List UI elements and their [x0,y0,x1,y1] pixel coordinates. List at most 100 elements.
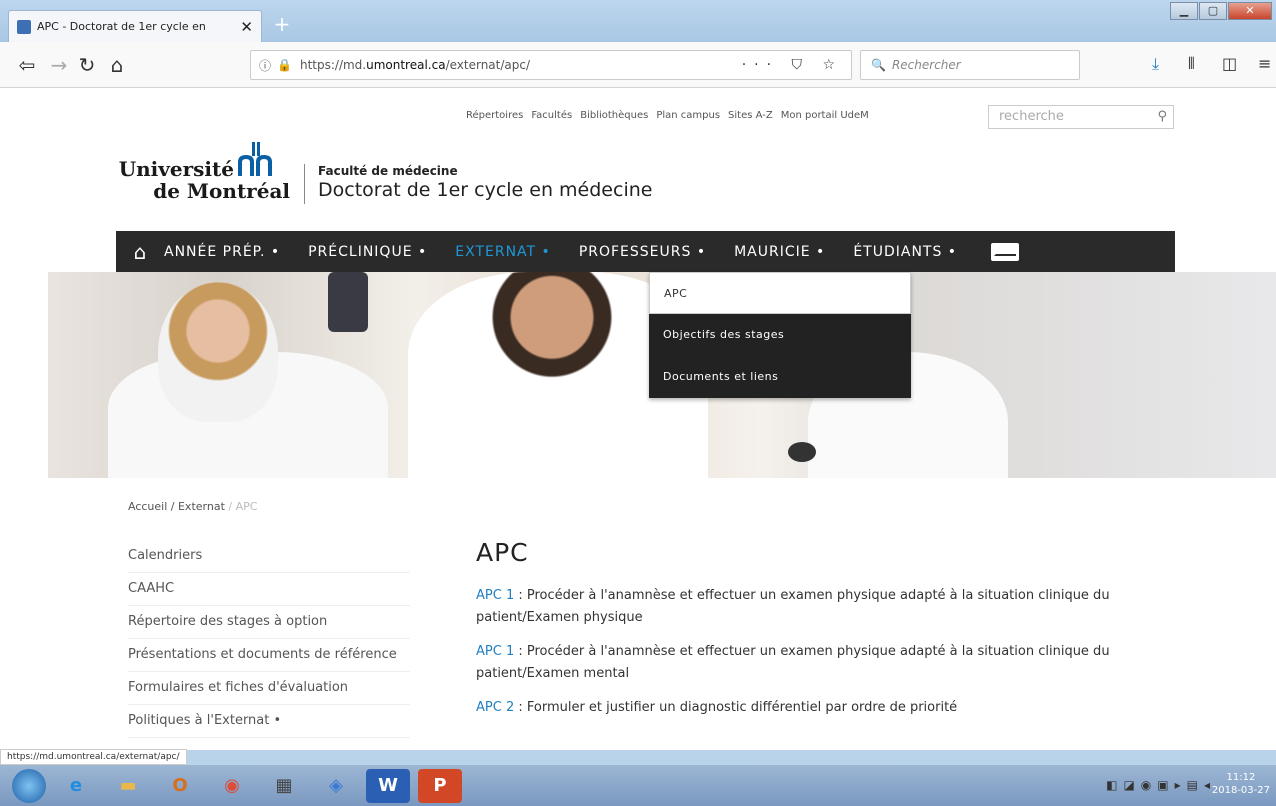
sidebar-item-repertoire[interactable]: Répertoire des stages à option [128,606,410,639]
sidebar-item-formulaires[interactable]: Formulaires et fiches d'évaluation [128,672,410,705]
site-search-input[interactable]: recherche ⚲ [988,105,1174,129]
externat-dropdown-menu: APC Objectifs des stages Documents et li… [649,272,911,398]
nav-professeurs[interactable]: PROFESSEURS • [579,244,706,260]
system-tray[interactable]: ◧◪◉▣▸▤◂ [1106,778,1216,792]
url-tools[interactable]: ··· ⛉ ☆ [742,57,843,73]
apc-link[interactable]: APC 1 [476,588,514,603]
apc-item: APC 1 : Procéder à l'anamnèse et effectu… [476,641,1156,685]
breadcrumb-current: APC [235,500,258,513]
dropdown-item-documents[interactable]: Documents et liens [649,356,911,398]
nav-annee-prep[interactable]: ANNÉE PRÉP. • [164,244,280,260]
logo-line2: de Montréal [153,179,290,203]
tab-title: APC - Doctorat de 1er cycle en [37,20,206,33]
apc-link[interactable]: APC 2 [476,700,514,715]
top-link-portail[interactable]: Mon portail UdeM [781,110,869,121]
folder-icon[interactable]: ▬ [106,769,150,803]
apc-description: : Procéder à l'anamnèse et effectuer un … [476,644,1110,681]
dropdown-item-objectifs[interactable]: Objectifs des stages [649,314,911,356]
browser-tabstrip: APC - Doctorat de 1er cycle en ✕ + ▁ ▢ ✕ [0,0,1276,42]
menu-icon[interactable]: ≡ [1258,54,1271,73]
dropdown-item-apc[interactable]: APC [649,272,911,314]
main-content: APC APC 1 : Procéder à l'anamnèse et eff… [476,538,1156,731]
forward-icon[interactable]: → [46,52,72,78]
apc-item: APC 2 : Formuler et justifier un diagnos… [476,697,1156,719]
url-path: /externat/apc/ [445,58,531,72]
sidebar-item-politiques[interactable]: Politiques à l'Externat • [128,705,410,738]
close-window-icon[interactable]: ✕ [1228,2,1272,20]
sidebar-item-calendriers[interactable]: Calendriers [128,540,410,573]
url-prefix: https://md. [299,58,367,72]
powerpoint-icon[interactable]: P [418,768,462,803]
clock-date: 2018-03-27 [1211,785,1270,796]
chrome-icon[interactable]: ◉ [210,769,254,803]
search-icon: 🔍 [871,58,886,72]
browser-search-input[interactable]: 🔍 Rechercher [860,50,1080,80]
web-page: Répertoires Facultés Bibliothèques Plan … [0,88,1276,750]
maximize-icon[interactable]: ▢ [1199,2,1227,20]
site-search-placeholder: recherche [999,109,1064,124]
back-icon[interactable]: ⇦ [14,52,40,78]
outlook-icon[interactable]: O [158,769,202,803]
main-nav: ⌂ ANNÉE PRÉP. • PRÉCLINIQUE • EXTERNAT •… [116,231,1175,272]
word-icon[interactable]: W [366,768,410,803]
apc-item: APC 1 : Procéder à l'anamnèse et effectu… [476,585,1156,629]
side-nav: Calendriers CAAHC Répertoire des stages … [128,540,410,738]
close-tab-icon[interactable]: ✕ [240,18,253,36]
faculty-header: Faculté de médecine Doctorat de 1er cycl… [318,164,652,201]
lock-icon: 🔒 [277,58,292,72]
search-icon[interactable]: ⚲ [1157,106,1167,128]
app-icon[interactable]: ◈ [314,769,358,803]
library-icon[interactable]: ⫴ [1188,54,1195,74]
nav-preclinique[interactable]: PRÉCLINIQUE • [308,244,427,260]
sidebar-item-caahc[interactable]: CAAHC [128,573,410,606]
nav-etudiants[interactable]: ÉTUDIANTS • [853,244,957,260]
url-bar[interactable]: ⓘ 🔒 https://md. umontreal.ca/externat/apc… [250,50,852,80]
top-links: Répertoires Facultés Bibliothèques Plan … [466,110,869,121]
program-name: Doctorat de 1er cycle en médecine [318,179,653,201]
new-tab-button[interactable]: + [270,12,294,36]
hero-object-small [788,442,816,462]
minimize-icon[interactable]: ▁ [1170,2,1198,20]
top-link-facultes[interactable]: Facultés [531,110,572,121]
page-title: APC [476,538,529,567]
home-icon[interactable]: ⌂ [104,52,130,78]
nav-mauricie[interactable]: MAURICIE • [734,244,825,260]
download-icon[interactable]: ⤓ [1152,54,1159,74]
url-host: umontreal.ca [366,58,446,72]
window-controls: ▁ ▢ ✕ [1169,2,1272,20]
apc-link[interactable]: APC 1 [476,644,514,659]
logo-separator [304,164,305,204]
home-icon[interactable]: ⌂ [116,240,164,264]
clock-time: 11:12 [1226,772,1256,783]
hero-person-left [158,282,278,422]
ie-icon[interactable]: e [54,769,98,803]
browser-navbar: ⇦ → ↻ ⌂ ⓘ 🔒 https://md. umontreal.ca/exte… [0,42,1276,88]
status-url: https://md.umontreal.ca/externat/apc/ [0,749,187,765]
breadcrumb: Accueil / Externat / APC [128,500,257,513]
calculator-icon[interactable]: ▦ [262,769,306,803]
top-link-repertoires[interactable]: Répertoires [466,110,523,121]
breadcrumb-sep: / [167,500,178,513]
apc-description: : Procéder à l'anamnèse et effectuer un … [476,588,1110,625]
reload-icon[interactable]: ↻ [74,52,100,78]
sidebar-item-presentations[interactable]: Présentations et documents de référence [128,639,410,672]
start-button[interactable] [12,768,46,803]
breadcrumb-sep: / [224,500,236,513]
favicon-icon [17,19,31,34]
sidebar-icon[interactable]: ◫ [1222,54,1237,73]
apc-description: : Formuler et justifier un diagnostic di… [514,700,958,715]
browser-tab[interactable]: APC - Doctorat de 1er cycle en ✕ [8,10,262,42]
clock[interactable]: 11:12 2018-03-27 [1212,771,1270,797]
nav-externat[interactable]: EXTERNAT • [455,244,551,260]
top-link-plan-campus[interactable]: Plan campus [656,110,720,121]
breadcrumb-home[interactable]: Accueil [128,500,167,513]
mail-icon[interactable] [991,242,1020,261]
hero-object [328,272,368,332]
top-link-bibliotheques[interactable]: Bibliothèques [580,110,648,121]
breadcrumb-externat[interactable]: Externat [178,500,225,513]
udem-logo-mark-icon [238,142,272,176]
faculty-name: Faculté de médecine [318,164,458,178]
browser-search-placeholder: Rechercher [891,58,961,72]
info-icon[interactable]: ⓘ [259,57,271,74]
top-link-sites-az[interactable]: Sites A-Z [728,110,773,121]
